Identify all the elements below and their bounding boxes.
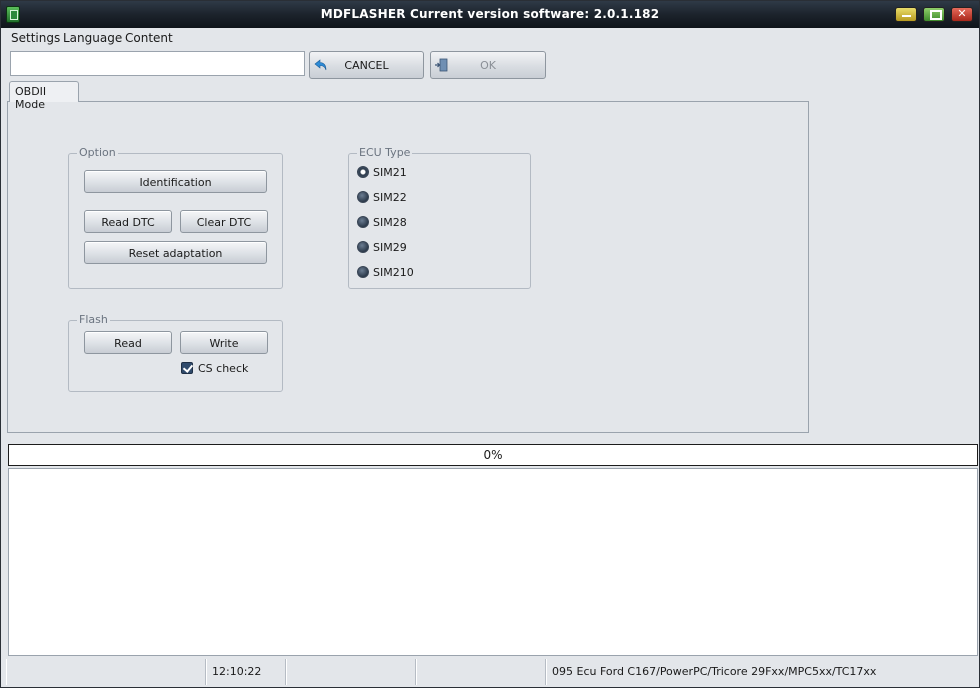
minimize-button[interactable] [895, 7, 917, 22]
progress-label: 0% [483, 448, 503, 462]
radio-label: SIM28 [373, 216, 407, 229]
radio-label: SIM22 [373, 191, 407, 204]
ok-label: OK [480, 59, 496, 72]
checkbox-check-icon [181, 362, 193, 374]
menu-content[interactable]: Content [125, 31, 173, 45]
status-bar: 12:10:22 095 Ecu Ford C167/PowerPC/Trico… [6, 659, 978, 685]
radio-icon [357, 216, 369, 228]
tab-obdii-mode[interactable]: OBDII Mode [9, 81, 79, 111]
log-area[interactable] [8, 468, 978, 656]
radio-icon [357, 241, 369, 253]
cs-check-checkbox[interactable]: CS check [181, 361, 271, 377]
read-dtc-button[interactable]: Read DTC [84, 210, 172, 233]
menu-bar: Settings Language Content [1, 28, 979, 48]
title-bar[interactable]: MDFLASHER Current version software: 2.0.… [1, 1, 979, 28]
ecu-type-legend: ECU Type [357, 146, 413, 159]
identification-label: Identification [139, 176, 212, 189]
tab-label: OBDII Mode [15, 85, 47, 111]
maximize-button[interactable] [923, 7, 945, 22]
status-time: 12:10:22 [206, 659, 286, 685]
progress-bar: 0% [8, 444, 978, 466]
tab-panel: Option Identification Read DTC Clear DTC… [7, 101, 809, 433]
ecu-type-group: ECU Type SIM21 SIM22 SIM28 SIM29 SIM210 [348, 146, 531, 289]
radio-icon [357, 191, 369, 203]
flash-group: Flash Read Write CS check [68, 313, 283, 392]
write-button[interactable]: Write [180, 331, 268, 354]
ok-button[interactable]: OK [430, 51, 546, 79]
cs-check-label: CS check [198, 362, 249, 375]
clear-dtc-label: Clear DTC [196, 216, 252, 229]
status-cell-3 [286, 659, 416, 685]
identification-button[interactable]: Identification [84, 170, 267, 193]
command-input[interactable] [10, 51, 305, 76]
write-label: Write [209, 337, 239, 350]
option-group: Option Identification Read DTC Clear DTC… [68, 146, 283, 289]
menu-language[interactable]: Language [63, 31, 122, 45]
menu-settings[interactable]: Settings [11, 31, 60, 45]
clear-dtc-button[interactable]: Clear DTC [180, 210, 268, 233]
read-dtc-label: Read DTC [101, 216, 155, 229]
radio-label: SIM210 [373, 266, 414, 279]
status-cell-4 [416, 659, 546, 685]
radio-label: SIM21 [373, 166, 407, 179]
radio-icon [357, 266, 369, 278]
window-title: MDFLASHER Current version software: 2.0.… [320, 7, 660, 21]
status-ecu-info: 095 Ecu Ford C167/PowerPC/Tricore 29Fxx/… [546, 659, 978, 685]
status-ecu-label: 095 Ecu Ford C167/PowerPC/Tricore 29Fxx/… [552, 665, 877, 678]
flash-legend: Flash [77, 313, 110, 326]
read-label: Read [114, 337, 142, 350]
status-cell-1 [6, 659, 206, 685]
reset-adaptation-button[interactable]: Reset adaptation [84, 241, 267, 264]
radio-checked-icon [357, 166, 369, 178]
cancel-button[interactable]: CANCEL [309, 51, 424, 79]
close-button[interactable]: ✕ [951, 7, 973, 22]
main-window: MDFLASHER Current version software: 2.0.… [0, 0, 980, 688]
read-button[interactable]: Read [84, 331, 172, 354]
option-legend: Option [77, 146, 118, 159]
close-icon: ✕ [957, 7, 967, 20]
reset-adaptation-label: Reset adaptation [128, 247, 223, 260]
radio-label: SIM29 [373, 241, 407, 254]
cancel-label: CANCEL [344, 59, 389, 72]
status-time-label: 12:10:22 [212, 665, 262, 678]
